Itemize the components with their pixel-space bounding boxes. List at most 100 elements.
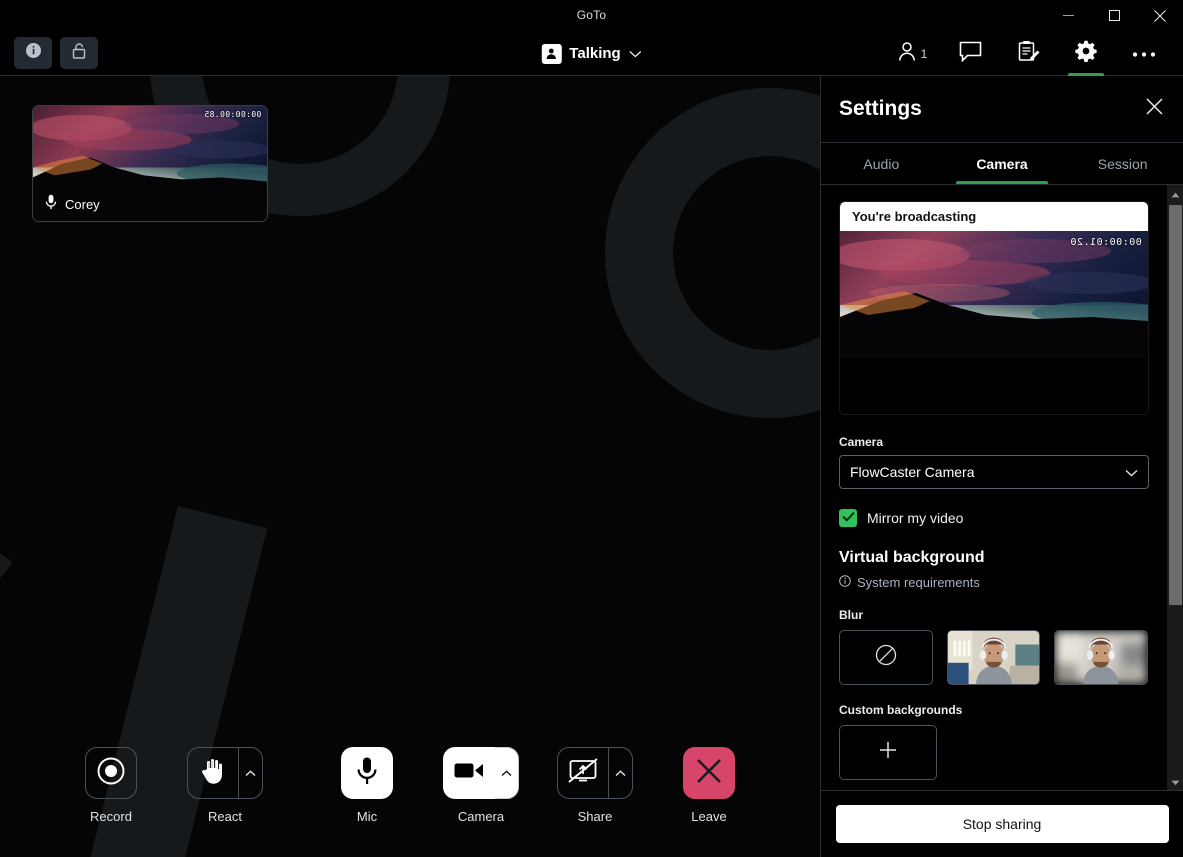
record-button[interactable] [85, 747, 137, 799]
mirror-video-label: Mirror my video [867, 510, 964, 526]
control-share: Share [552, 747, 638, 824]
settings-title: Settings [839, 97, 922, 120]
blur-label: Blur [839, 608, 863, 622]
virtual-background-heading: Virtual background [839, 549, 985, 566]
window-controls [1045, 0, 1183, 31]
microphone-icon [45, 194, 57, 215]
participant-tile[interactable]: 00:00:00.85 Corey [32, 105, 268, 222]
camera-select[interactable]: FlowCaster Camera [839, 455, 1149, 489]
close-icon [1145, 98, 1163, 120]
broadcast-timecode: 00:00:01.20 [1070, 237, 1142, 248]
close-x-icon [696, 758, 722, 789]
blur-option-slight[interactable] [946, 630, 1041, 685]
people-icon [897, 41, 917, 67]
scroll-down-button[interactable] [1167, 773, 1183, 790]
blur-options [839, 630, 1149, 685]
share-button[interactable] [557, 747, 609, 799]
more-options-button[interactable] [1115, 31, 1173, 76]
caret-down-icon [1171, 773, 1180, 791]
camera-button[interactable] [443, 747, 495, 799]
record-circle-icon [96, 756, 126, 791]
info-button[interactable] [14, 37, 52, 69]
scrollbar-thumb[interactable] [1169, 205, 1182, 605]
camera-preview-letterbox [840, 358, 1148, 414]
blur-option-full[interactable] [1054, 630, 1149, 685]
settings-scrollbar[interactable] [1166, 185, 1183, 790]
raised-hand-icon [200, 757, 226, 790]
title-bar: GoTo [0, 0, 1183, 31]
mirror-video-checkbox[interactable] [839, 509, 857, 527]
control-label-record: Record [90, 809, 132, 824]
settings-button[interactable] [1057, 31, 1115, 76]
react-options-chevron[interactable] [239, 747, 263, 799]
settings-panel: Settings Audio Camera Session You're bro… [820, 76, 1183, 857]
unlock-button[interactable] [60, 37, 98, 69]
participants-count: 1 [920, 46, 928, 61]
close-window-button[interactable] [1137, 0, 1183, 31]
control-label-leave: Leave [691, 809, 727, 824]
broadcast-banner: You're broadcasting [840, 202, 1148, 231]
mic-button[interactable] [341, 747, 393, 799]
minimize-button[interactable] [1045, 0, 1091, 31]
blur-option-none[interactable] [839, 630, 933, 685]
plus-icon [878, 740, 898, 766]
screen-share-off-icon [568, 757, 598, 789]
mirror-video-row[interactable]: Mirror my video [839, 509, 1148, 527]
info-circle-icon [839, 575, 851, 590]
settings-body: You're broadcasting 00:00:01.20 Camera F… [821, 185, 1183, 790]
custom-backgrounds-label: Custom backgrounds [839, 703, 963, 717]
share-options-chevron[interactable] [609, 747, 633, 799]
leave-button[interactable] [683, 747, 735, 799]
close-settings-button[interactable] [1137, 92, 1171, 126]
watermark-ring [605, 88, 820, 418]
control-react: React [182, 747, 268, 824]
tab-session[interactable]: Session [1062, 143, 1183, 184]
blur-full-preview [1055, 631, 1148, 684]
camera-field-label: Camera [839, 435, 884, 449]
participant-timecode: 00:00:00.85 [203, 110, 261, 119]
header-right-group: 1 [883, 31, 1173, 76]
meeting-stage: 00:00:00.85 Corey Record React Mic Camer… [0, 76, 820, 857]
chat-bubble-icon [959, 41, 982, 67]
scroll-up-button[interactable] [1167, 185, 1183, 202]
chat-button[interactable] [941, 31, 999, 76]
participant-name: Corey [65, 196, 100, 212]
stop-sharing-button[interactable]: Stop sharing [835, 805, 1169, 843]
no-blur-icon [875, 644, 897, 671]
tab-audio[interactable]: Audio [821, 143, 942, 184]
notes-button[interactable] [999, 31, 1057, 76]
broadcast-preview-card: You're broadcasting 00:00:01.20 [839, 201, 1149, 415]
control-mic: Mic [324, 747, 410, 824]
settings-scroll-content: You're broadcasting 00:00:01.20 Camera F… [821, 185, 1166, 790]
control-label-camera: Camera [457, 809, 505, 824]
meeting-control-bar: Record React Mic Camera Share Leave [0, 747, 820, 847]
settings-header: Settings [821, 76, 1183, 143]
watermark-slash-secondary [0, 506, 13, 744]
chevron-down-icon[interactable] [629, 45, 642, 63]
react-button[interactable] [187, 747, 239, 799]
control-label-share: Share [577, 809, 613, 824]
notes-pencil-icon [1017, 40, 1040, 68]
control-camera: Camera [438, 747, 524, 824]
gear-icon [1075, 40, 1097, 67]
camera-preview-video [840, 231, 1148, 358]
participant-footer: Corey [33, 187, 267, 221]
unlock-icon [71, 42, 88, 65]
participants-button[interactable]: 1 [883, 31, 941, 76]
settings-tabs: Audio Camera Session [821, 143, 1183, 185]
control-label-react: React [208, 809, 242, 824]
maximize-button[interactable] [1091, 0, 1137, 31]
meeting-header: Talking 1 [0, 31, 1183, 76]
talking-status[interactable]: Talking [533, 31, 649, 76]
caret-up-icon [1171, 185, 1180, 203]
header-left-group [14, 37, 98, 69]
video-camera-icon [454, 760, 484, 786]
add-custom-background-button[interactable] [839, 725, 937, 780]
tab-camera[interactable]: Camera [942, 143, 1063, 184]
check-icon [841, 509, 855, 527]
system-requirements-link[interactable]: System requirements [839, 575, 1148, 590]
camera-options-chevron[interactable] [495, 747, 519, 799]
chevron-down-icon [1125, 464, 1138, 480]
avatar [541, 43, 562, 64]
info-icon [25, 42, 42, 64]
